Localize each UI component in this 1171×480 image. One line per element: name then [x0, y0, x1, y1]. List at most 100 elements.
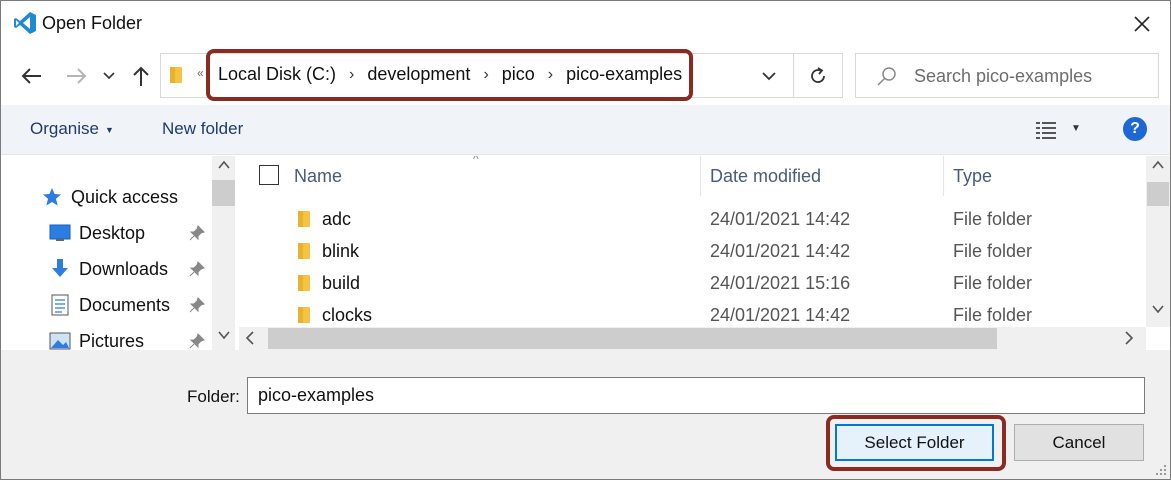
address-divider — [793, 54, 794, 97]
column-divider[interactable] — [943, 156, 944, 196]
file-type: File folder — [953, 209, 1033, 229]
refresh-button[interactable] — [803, 62, 833, 90]
table-row[interactable]: adc 24/01/2021 14:42 File folder — [239, 205, 1146, 237]
pin-icon[interactable] — [189, 261, 205, 277]
column-header-date-modified[interactable]: Date modified — [710, 156, 942, 196]
folder-icon — [170, 67, 182, 83]
file-date-modified: 24/01/2021 14:42 — [710, 305, 851, 325]
file-name: blink — [322, 241, 360, 261]
new-folder-button[interactable]: New folder — [162, 119, 243, 139]
address-overflow[interactable]: « — [197, 66, 204, 80]
breadcrumb-separator[interactable]: › — [483, 66, 488, 84]
scrollbar-thumb[interactable] — [268, 328, 997, 349]
sidebar-item-downloads[interactable]: Downloads — [49, 254, 168, 284]
select-folder-button[interactable]: Select Folder — [835, 424, 994, 461]
sidebar-item-desktop[interactable]: Desktop — [49, 218, 145, 248]
help-icon[interactable]: ? — [1123, 117, 1147, 141]
chevron-down-icon — [762, 71, 776, 80]
up-arrow-icon — [133, 66, 149, 86]
command-bar: Organise ▼ New folder ▼ ? — [1, 105, 1170, 155]
table-row[interactable]: blink 24/01/2021 14:42 File folder — [239, 237, 1146, 269]
folder-label: Folder: — [187, 387, 240, 406]
scroll-down-icon[interactable] — [218, 330, 230, 340]
sidebar-item-label: Quick access — [71, 186, 179, 207]
folder-name-input[interactable] — [247, 377, 1145, 414]
scrollbar-thumb[interactable] — [212, 180, 235, 206]
scroll-up-icon[interactable] — [218, 160, 230, 170]
navigation-pane-scrollbar[interactable] — [212, 156, 235, 350]
search-input[interactable] — [914, 62, 1150, 90]
select-all-checkbox[interactable] — [259, 165, 279, 185]
breadcrumb-pico-examples[interactable]: pico-examples — [566, 64, 682, 85]
table-row[interactable]: build 24/01/2021 15:16 File folder — [239, 269, 1146, 301]
file-list-horizontal-scrollbar[interactable] — [239, 327, 1146, 350]
title-bar: Open Folder — [1, 1, 1170, 47]
file-type: File folder — [953, 305, 1033, 325]
sidebar-item-label: Desktop — [79, 222, 146, 243]
file-name: build — [322, 273, 361, 293]
folder-icon — [298, 307, 310, 323]
sidebar-item-label: Pictures — [79, 330, 145, 351]
documents-icon — [49, 294, 71, 316]
scroll-down-icon[interactable] — [1152, 304, 1164, 314]
file-type: File folder — [953, 241, 1033, 261]
cancel-button[interactable]: Cancel — [1014, 424, 1144, 461]
pictures-icon — [49, 330, 71, 350]
resize-grip-icon[interactable] — [1155, 464, 1167, 476]
file-date-modified: 24/01/2021 14:42 — [710, 241, 851, 261]
file-type: File folder — [953, 273, 1033, 293]
vscode-icon — [14, 12, 36, 34]
recent-locations-button[interactable] — [97, 61, 121, 91]
file-date-modified: 24/01/2021 15:16 — [710, 273, 851, 293]
caret-down-icon: ▼ — [104, 124, 114, 135]
view-options-caret-icon[interactable]: ▼ — [1071, 123, 1081, 134]
file-list-vertical-scrollbar[interactable] — [1146, 156, 1170, 327]
breadcrumb-pico[interactable]: pico — [502, 64, 535, 85]
search-icon — [877, 67, 896, 86]
breadcrumb-separator[interactable]: › — [548, 66, 553, 84]
sidebar-item-quick-access[interactable]: Quick access — [41, 182, 178, 212]
forward-button[interactable] — [63, 61, 91, 91]
star-icon — [41, 186, 63, 208]
pin-icon[interactable] — [189, 225, 205, 241]
sidebar-item-documents[interactable]: Documents — [49, 290, 170, 320]
column-header-name[interactable]: Name — [294, 156, 699, 196]
navigation-pane: Quick access Desktop Downloads Documents… — [1, 156, 235, 350]
search-box[interactable] — [855, 53, 1159, 98]
chevron-down-icon — [103, 72, 115, 80]
pin-icon[interactable] — [189, 333, 205, 349]
scrollbar-thumb[interactable] — [1147, 182, 1169, 206]
close-icon[interactable] — [1128, 10, 1156, 38]
file-date-modified: 24/01/2021 14:42 — [710, 209, 851, 229]
window-title: Open Folder — [42, 13, 143, 33]
file-name: adc — [322, 209, 352, 229]
file-name: clocks — [322, 305, 373, 325]
forward-arrow-icon — [67, 68, 87, 84]
organise-label: Organise — [30, 119, 99, 138]
breadcrumb-separator[interactable]: › — [349, 66, 354, 84]
column-divider[interactable] — [700, 156, 701, 196]
folder-icon — [298, 243, 310, 259]
scroll-left-icon[interactable] — [245, 330, 255, 346]
file-list: ^ Name Date modified Type adc 24/01/2021… — [239, 156, 1146, 327]
address-bar[interactable]: « Local Disk (C:) › development › pico ›… — [160, 53, 843, 98]
sidebar-item-label: Downloads — [79, 258, 169, 279]
organise-button[interactable]: Organise ▼ — [30, 119, 114, 139]
refresh-icon — [811, 67, 825, 83]
dialog-footer: Folder: Select Folder Cancel — [1, 350, 1170, 479]
download-icon — [49, 258, 71, 280]
column-header-type[interactable]: Type — [953, 156, 1143, 196]
sidebar-item-pictures[interactable]: Pictures — [49, 326, 144, 350]
view-details-icon[interactable] — [1034, 118, 1058, 142]
sidebar-item-label: Documents — [79, 294, 171, 315]
breadcrumb: Local Disk (C:) › development › pico › p… — [218, 64, 682, 85]
back-button[interactable] — [17, 61, 45, 91]
table-row[interactable]: clocks 24/01/2021 14:42 File folder — [239, 301, 1146, 327]
scroll-up-icon[interactable] — [1152, 160, 1164, 170]
breadcrumb-local-disk[interactable]: Local Disk (C:) — [218, 64, 336, 85]
breadcrumb-development[interactable]: development — [367, 64, 470, 85]
address-history-dropdown[interactable] — [757, 62, 781, 90]
pin-icon[interactable] — [189, 297, 205, 313]
up-button[interactable] — [127, 61, 155, 91]
scroll-right-icon[interactable] — [1124, 330, 1134, 346]
